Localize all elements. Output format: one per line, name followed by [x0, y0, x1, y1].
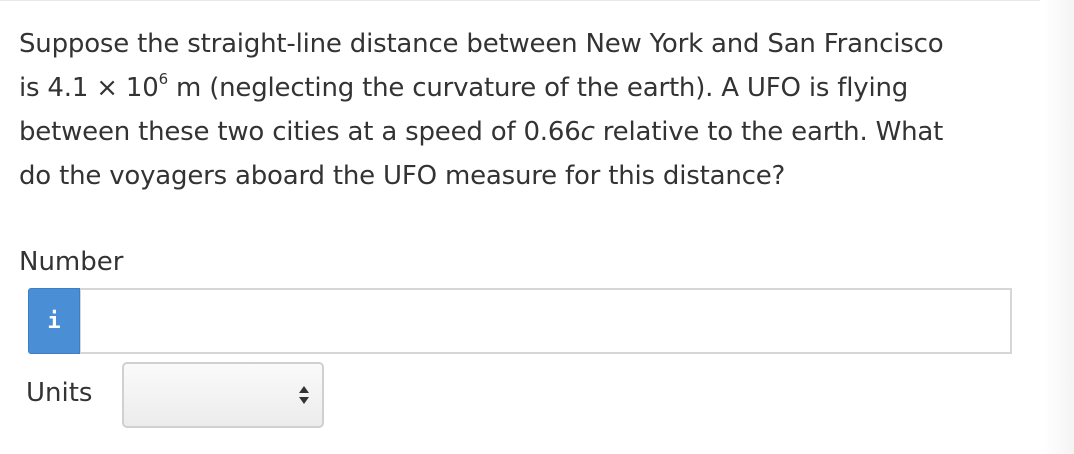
- info-icon: i: [47, 308, 61, 334]
- units-select[interactable]: [122, 362, 324, 428]
- question-line-2: is 4.1 × 106 m (neglecting the curvature…: [19, 66, 1029, 110]
- exponent: 6: [158, 70, 169, 89]
- question-line-3-prefix: between these two cities at a speed of 0…: [19, 117, 581, 147]
- number-label: Number: [19, 247, 124, 277]
- question-line-4: do the voyagers aboard the UFO measure f…: [19, 161, 786, 191]
- question-line-3-suffix: relative to the earth. What: [594, 117, 944, 147]
- question-text: Suppose the straight-line distance betwe…: [19, 22, 1029, 198]
- page-edge-shadow: [1044, 0, 1074, 454]
- question-line-2-suffix: m (neglecting the curvature of the earth…: [167, 73, 909, 103]
- up-down-arrows-icon: [299, 386, 309, 404]
- question-line-3: between these two cities at a speed of 0…: [19, 110, 1029, 154]
- question-line-1: Suppose the straight-line distance betwe…: [19, 29, 944, 59]
- units-label: Units: [26, 378, 93, 408]
- top-divider: [0, 0, 1040, 1]
- info-button[interactable]: i: [28, 288, 80, 354]
- number-input[interactable]: [80, 288, 1012, 354]
- speed-of-light-symbol: c: [580, 117, 595, 147]
- question-line-2-prefix: is 4.1 × 10: [19, 73, 159, 103]
